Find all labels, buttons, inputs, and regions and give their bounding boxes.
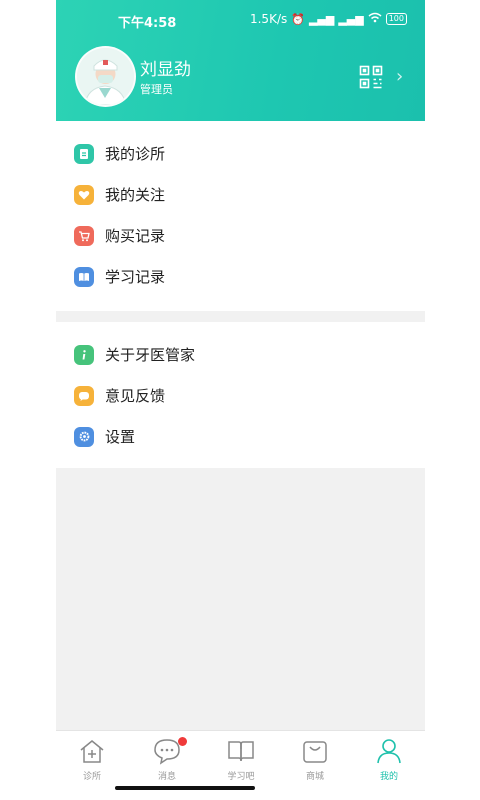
tab-label: 诊所	[82, 772, 101, 782]
user-role: 管理员	[140, 83, 173, 96]
tab-mall[interactable]: 商城	[285, 731, 345, 791]
home-indicator[interactable]	[115, 786, 255, 790]
network-speed: 1.5K/s	[249, 12, 288, 26]
menu-label: 我的诊所	[105, 145, 166, 163]
tab-clinic[interactable]: 诊所	[62, 731, 122, 791]
tab-me[interactable]: 我的	[359, 731, 419, 791]
avatar[interactable]	[75, 46, 136, 107]
settings-icon	[74, 426, 94, 447]
menu-group-primary: 我的诊所 我的关注 购买记录 学习记录	[56, 121, 425, 311]
app-screen: 下午4:58 1.5K/s ⏰ ▂▄▆ ▂▄▆ 100 刘显劲 管理员 › 我的…	[56, 0, 425, 800]
book-icon	[74, 266, 94, 287]
menu-label: 学习记录	[105, 268, 166, 286]
signal-icon: ▂▄▆	[308, 12, 335, 26]
feedback-icon	[74, 385, 94, 406]
open-book-icon	[228, 741, 254, 762]
menu-label: 意见反馈	[105, 387, 166, 405]
unread-badge	[178, 737, 187, 746]
qr-code-icon[interactable]	[359, 65, 383, 89]
tab-messages[interactable]: 消息	[137, 731, 197, 791]
chevron-right-icon[interactable]: ›	[396, 66, 403, 87]
user-icon	[377, 739, 401, 764]
menu-item-my-follows[interactable]: 我的关注	[56, 174, 425, 215]
clinic-icon	[74, 143, 94, 164]
menu-label: 购买记录	[105, 227, 166, 245]
message-icon	[154, 739, 180, 765]
wifi-icon	[368, 12, 382, 26]
user-name: 刘显劲	[140, 60, 191, 80]
heart-icon	[74, 184, 94, 205]
tab-label: 商城	[305, 772, 324, 782]
menu-item-feedback[interactable]: 意见反馈	[56, 375, 425, 416]
home-plus-icon	[80, 740, 104, 763]
signal-icon-2: ▂▄▆	[338, 12, 364, 26]
menu-label: 我的关注	[105, 186, 166, 204]
menu-group-secondary: 关于牙医管家 意见反馈 设置	[56, 322, 425, 468]
status-indicators: 1.5K/s ⏰ ▂▄▆ ▂▄▆ 100	[250, 12, 407, 26]
battery-icon: 100	[385, 13, 407, 25]
tab-learning[interactable]: 学习吧	[211, 731, 271, 791]
menu-label: 关于牙医管家	[105, 346, 196, 364]
menu-item-about[interactable]: 关于牙医管家	[56, 334, 425, 375]
tab-label: 消息	[157, 772, 176, 782]
menu-label: 设置	[105, 428, 136, 446]
profile-header: 下午4:58 1.5K/s ⏰ ▂▄▆ ▂▄▆ 100 刘显劲 管理员 ›	[56, 0, 425, 121]
tab-label: 学习吧	[227, 772, 255, 782]
cart-icon	[74, 225, 94, 246]
menu-item-purchase-records[interactable]: 购买记录	[56, 215, 425, 256]
alarm-icon: ⏰	[291, 12, 305, 26]
shopping-bag-icon	[303, 741, 327, 763]
menu-item-study-records[interactable]: 学习记录	[56, 256, 425, 297]
menu-item-my-clinic[interactable]: 我的诊所	[56, 133, 425, 174]
info-icon	[74, 344, 94, 365]
tab-label: 我的	[379, 772, 398, 782]
menu-item-settings[interactable]: 设置	[56, 416, 425, 457]
status-time: 下午4:58	[118, 16, 177, 31]
